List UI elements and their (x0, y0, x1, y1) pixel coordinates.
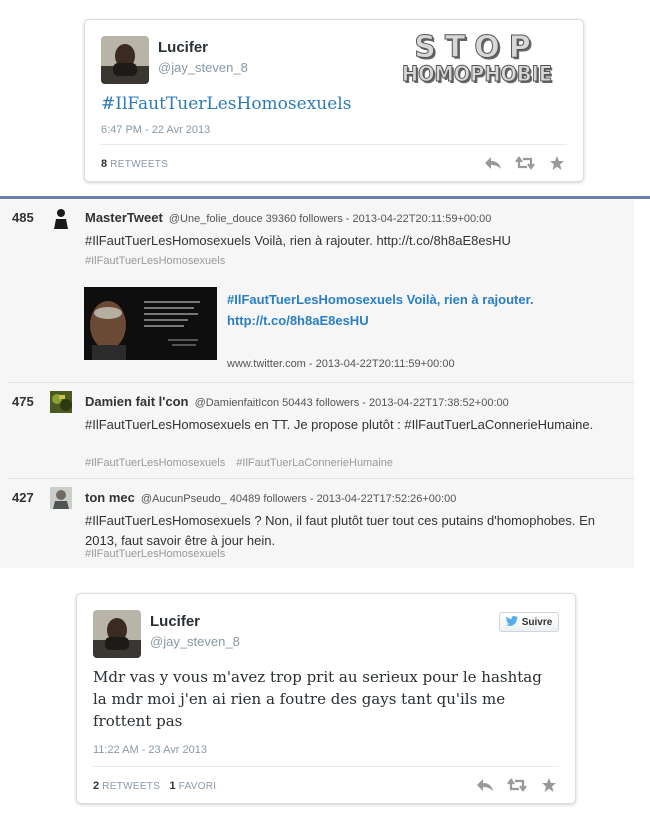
retweet-count: 8 (101, 158, 108, 170)
user-name[interactable]: Lucifer (158, 39, 208, 56)
favorite-count[interactable]: 1 (169, 780, 175, 792)
tweet-text: #IlFautTuerLesHomosexuels ? Non, il faut… (85, 513, 596, 548)
tweet-actions (483, 155, 567, 171)
reply-icon[interactable] (483, 155, 503, 171)
reply-icon[interactable] (475, 777, 495, 793)
preview-link[interactable]: #IlFautTuerLesHomosexuels Voilà, rien à … (227, 289, 587, 331)
tweet-actions (475, 777, 559, 793)
tweet-hashtag[interactable]: #IlFautTuerLesHomosexuels (101, 94, 351, 114)
divider (93, 766, 559, 767)
retweet-label: RETWEETS (110, 159, 169, 170)
tweet-meta: @Une_folie_douce 39360 followers - 2013-… (168, 213, 492, 225)
logo-text-homophobie: HOMOPHOBIE (401, 62, 553, 87)
twitter-bird-icon (505, 615, 518, 629)
hashtag-link[interactable]: #IlFautTuerLesHomosexuels (85, 457, 225, 469)
retweet-icon[interactable] (507, 777, 527, 793)
preview-image[interactable] (84, 287, 217, 360)
user-name[interactable]: Damien fait l'con (85, 394, 189, 409)
ranked-tweet-list: 485 MasterTweet @Une_folie_douce 39360 f… (0, 199, 634, 568)
list-item: 485 MasterTweet @Une_folie_douce 39360 f… (0, 199, 634, 383)
tweet-header: ton mec @AucunPseudo_ 40489 followers - … (85, 490, 456, 505)
hashtag-list: #IlFautTuerLesHomosexuels #IlFautTuerLaC… (85, 457, 401, 469)
tweet-stats: 2 RETWEETS 1 FAVORI (93, 780, 216, 792)
tweet-meta: @DamienfaitIcon 50443 followers - 2013-0… (194, 397, 509, 409)
rank-number: 475 (12, 394, 34, 409)
logo-text-stop: STOP (414, 30, 540, 66)
retweet-stats[interactable]: 8 RETWEETS (101, 158, 168, 170)
tweet-timestamp[interactable]: 6:47 PM - 22 Avr 2013 (101, 124, 210, 136)
rank-number: 427 (12, 490, 34, 505)
divider (101, 144, 567, 145)
hashtag-list: #IlFautTuerLesHomosexuels (85, 255, 233, 267)
user-handle[interactable]: @jay_steven_8 (158, 60, 248, 75)
stop-homophobie-logo: STOP HOMOPHOBIE (381, 30, 573, 92)
retweet-count[interactable]: 2 (93, 780, 99, 792)
favorite-icon[interactable] (539, 777, 559, 793)
preview-source: www.twitter.com - 2013-04-22T20:11:59+00… (227, 358, 455, 370)
avatar[interactable] (93, 610, 141, 658)
tweet-timestamp[interactable]: 11:22 AM - 23 Avr 2013 (93, 744, 207, 756)
user-name[interactable]: ton mec (85, 490, 135, 505)
favorite-icon[interactable] (547, 155, 567, 171)
user-handle[interactable]: @jay_steven_8 (150, 634, 240, 649)
favorite-label[interactable]: FAVORI (179, 781, 217, 792)
hashtag-list: #IlFautTuerLesHomosexuels (85, 548, 233, 560)
follow-button[interactable]: Suivre (499, 612, 559, 632)
tweet-meta: @AucunPseudo_ 40489 followers - 2013-04-… (140, 493, 457, 505)
retweet-icon[interactable] (515, 155, 535, 171)
avatar[interactable] (101, 36, 149, 84)
tweet-text: Mdr vas y vous m'avez trop prit au serie… (93, 668, 542, 730)
follow-label: Suivre (521, 616, 553, 628)
hashtag-link[interactable]: #IlFautTuerLaConnerieHumaine (236, 457, 393, 469)
hashtag-link[interactable]: #IlFautTuerLesHomosexuels (85, 548, 225, 560)
tweet-text: #IlFautTuerLesHomosexuels en TT. Je prop… (85, 417, 594, 432)
tweet-header: Damien fait l'con @DamienfaitIcon 50443 … (85, 394, 509, 409)
list-item: 427 ton mec @AucunPseudo_ 40489 follower… (0, 479, 634, 568)
avatar[interactable] (50, 487, 72, 509)
top-tweet-card: Lucifer @jay_steven_8 STOP HOMOPHOBIE #I… (84, 19, 584, 182)
avatar[interactable] (50, 207, 72, 229)
user-name[interactable]: MasterTweet (85, 210, 163, 225)
retweet-label[interactable]: RETWEETS (102, 781, 160, 792)
user-name[interactable]: Lucifer (150, 613, 200, 630)
list-item: 475 Damien fait l'con @DamienfaitIcon 50… (0, 383, 634, 479)
hashtag-link[interactable]: #IlFautTuerLesHomosexuels (85, 255, 225, 267)
bottom-tweet-card: Lucifer @jay_steven_8 Suivre Mdr vas y v… (76, 593, 576, 804)
avatar[interactable] (50, 391, 72, 413)
rank-number: 485 (12, 210, 34, 225)
tweet-header: MasterTweet @Une_folie_douce 39360 follo… (85, 210, 491, 225)
tweet-text: #IlFautTuerLesHomosexuels Voilà, rien à … (85, 233, 511, 248)
